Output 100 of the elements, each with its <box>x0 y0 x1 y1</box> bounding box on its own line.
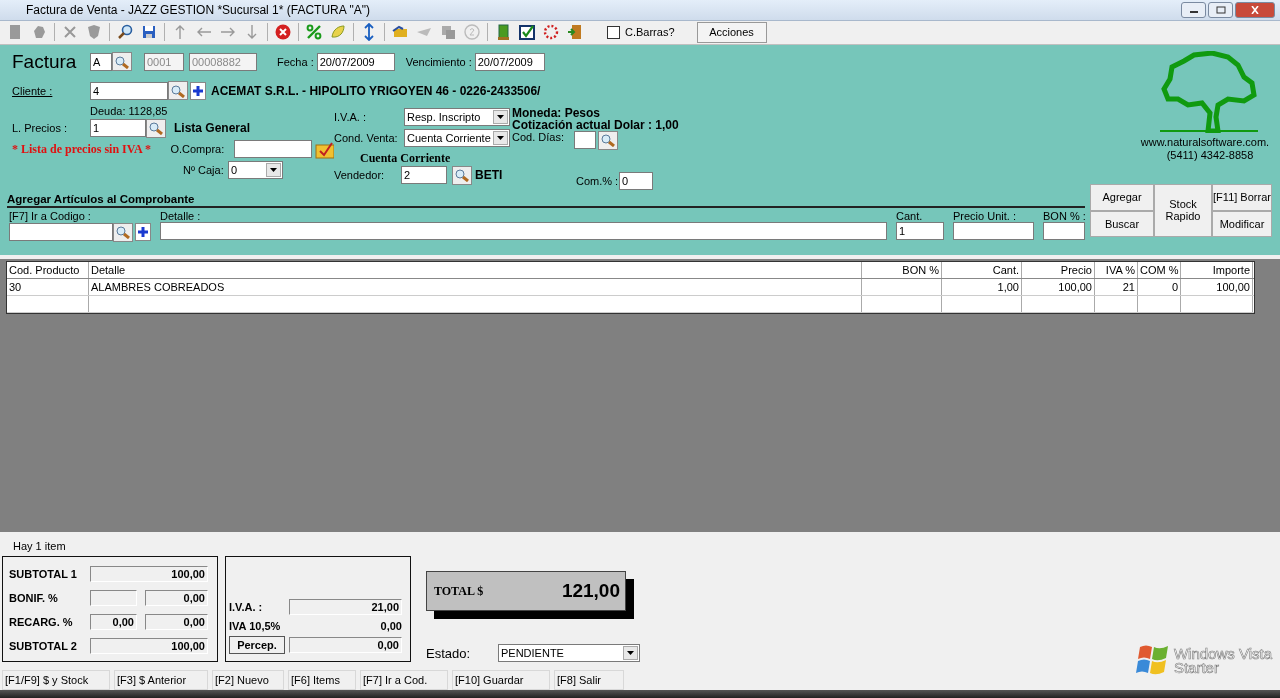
function-key-hint: [F1/F9] $ y Stock <box>2 670 110 690</box>
dotted-circle-icon[interactable] <box>542 23 560 42</box>
lookup-button[interactable] <box>598 130 618 150</box>
table-cell: ALAMBRES COBREADOS <box>89 278 862 295</box>
column-header[interactable]: Cant. <box>942 261 1022 278</box>
detail-field[interactable] <box>160 221 887 240</box>
website-text: www.naturalsoftware.com. <box>1140 135 1270 149</box>
due-date-field[interactable]: 20/07/2009 <box>474 52 545 71</box>
function-key-hint: [F3] $ Anterior <box>114 670 208 690</box>
cancel-icon[interactable] <box>274 23 292 42</box>
days-field[interactable] <box>574 130 596 149</box>
sale-condition-select[interactable]: Cuenta Corriente <box>404 129 510 148</box>
add-button[interactable] <box>135 223 151 242</box>
code-field[interactable] <box>9 223 113 242</box>
close-button[interactable] <box>1235 2 1275 18</box>
shield-icon[interactable] <box>85 23 103 42</box>
function-key-hint: [F2] Nuevo <box>212 670 284 690</box>
seller-label: Vendedor: <box>334 169 386 182</box>
subtotal-value: 100,00 <box>90 638 208 654</box>
os-edition-text: Windows Vista <box>1173 647 1272 661</box>
price-list-label: L. Precios : <box>12 122 69 135</box>
iva-label: I.V.A. : <box>334 111 367 124</box>
iva-reduced-value: 0,00 <box>379 619 402 632</box>
discount-field[interactable] <box>1043 221 1085 240</box>
table-cell: 0 <box>1138 278 1181 295</box>
column-header[interactable]: Importe <box>1181 261 1253 278</box>
code-label: [F7] Ir a Codigo : <box>9 209 92 222</box>
action-button[interactable]: Buscar <box>1090 210 1154 237</box>
subtotal-value: 100,00 <box>90 566 208 582</box>
table-cell: 1,00 <box>942 278 1022 295</box>
barcode-checkbox[interactable] <box>607 25 620 39</box>
purchase-order-field[interactable] <box>233 140 312 159</box>
lookup-button[interactable] <box>168 81 188 101</box>
sale-condition-caption: Cuenta Corriente <box>360 149 452 165</box>
function-key-hint: [F7] Ir a Cod. <box>360 670 448 690</box>
function-key-hint: [F8] Salir <box>554 670 624 690</box>
subtotal-label: SUBTOTAL 1 <box>9 568 78 580</box>
lookup-button[interactable] <box>113 222 133 242</box>
door-icon[interactable] <box>566 23 584 42</box>
action-button[interactable]: [F11] Borrar <box>1212 183 1272 211</box>
iva-select[interactable]: Resp. Inscripto <box>404 108 510 127</box>
cash-box-label: Nº Caja: <box>183 164 225 177</box>
client-label: Cliente : <box>12 84 54 97</box>
barcode-label: C.Barras? <box>625 26 675 39</box>
perception-value: 0,00 <box>289 636 402 653</box>
action-button[interactable]: Agregar <box>1090 183 1154 211</box>
unit-price-field[interactable] <box>953 221 1034 240</box>
caret-icon[interactable] <box>497 115 504 120</box>
os-edition-text: Starter <box>1173 661 1220 675</box>
iva-reduced-label: IVA 10,5% <box>229 619 282 632</box>
phone-text: (5411) 4342-8858 <box>1166 148 1254 162</box>
price-list-field[interactable]: 1 <box>90 119 146 138</box>
action-button[interactable]: Modificar <box>1212 210 1272 237</box>
lookup-button[interactable] <box>112 52 132 72</box>
percent-icon[interactable] <box>305 23 323 42</box>
add-button[interactable] <box>190 81 206 100</box>
column-header[interactable]: IVA % <box>1095 261 1138 278</box>
seller-field[interactable]: 2 <box>401 166 447 185</box>
section-title: Agregar Artículos al Comprobante <box>7 192 1085 208</box>
actions-button[interactable]: Acciones <box>696 21 767 43</box>
debt-text: Deuda: 1128,85 <box>90 103 169 118</box>
column-header[interactable]: BON % <box>862 261 942 278</box>
state-select[interactable]: PENDIENTE <box>498 644 640 662</box>
surcharge-label: RECARG. % <box>9 616 74 628</box>
due-date-label: Vencimiento : <box>405 55 472 68</box>
surcharge-value: 0,00 <box>145 614 208 630</box>
lookup-button[interactable] <box>146 118 166 138</box>
surcharge-percent: 0,00 <box>90 614 137 630</box>
table-cell: 100,00 <box>1022 278 1095 295</box>
iva-total-value: 21,00 <box>289 598 402 615</box>
commission-field[interactable]: 0 <box>619 172 653 191</box>
commission-label: Com.% : <box>576 175 619 188</box>
price-list-name: Lista General <box>174 121 251 136</box>
letter-field[interactable]: A <box>90 52 112 71</box>
column-header[interactable]: Cod. Producto <box>7 261 89 278</box>
date-field[interactable]: 20/07/2009 <box>316 52 395 71</box>
caret-icon[interactable] <box>497 136 504 141</box>
lookup-button[interactable] <box>452 165 472 185</box>
total-value: 121,00 <box>561 580 620 602</box>
window-title: Factura de Venta - JAZZ GESTION *Sucursal 1* (FACTURA "A") <box>26 3 371 17</box>
caret-icon[interactable] <box>627 651 634 655</box>
close-icon <box>1250 6 1260 14</box>
action-button[interactable]: Stock Rapido <box>1154 183 1212 237</box>
seller-name: BETI <box>475 168 503 183</box>
cash-box-select[interactable]: 0 <box>228 161 283 180</box>
perception-button[interactable]: Percep. <box>229 635 285 654</box>
discount-label: BON % : <box>1043 209 1085 222</box>
client-code-field[interactable]: 4 <box>90 81 168 100</box>
minimize-button[interactable] <box>1181 2 1206 18</box>
table-cell: 30 <box>7 278 89 295</box>
column-header[interactable]: Precio <box>1022 261 1095 278</box>
currency-text: Moneda: Pesos <box>512 106 602 119</box>
price-list-warning: * Lista de precios sin IVA * <box>12 141 152 157</box>
column-header[interactable]: Detalle <box>89 261 862 278</box>
checkbox-icon[interactable] <box>518 23 536 42</box>
caret-icon[interactable] <box>270 168 277 173</box>
function-key-hint: [F10] Guardar <box>452 670 550 690</box>
copy-icon[interactable] <box>439 23 457 42</box>
column-header[interactable]: COM % <box>1138 261 1181 278</box>
quantity-field[interactable]: 1 <box>896 221 944 240</box>
